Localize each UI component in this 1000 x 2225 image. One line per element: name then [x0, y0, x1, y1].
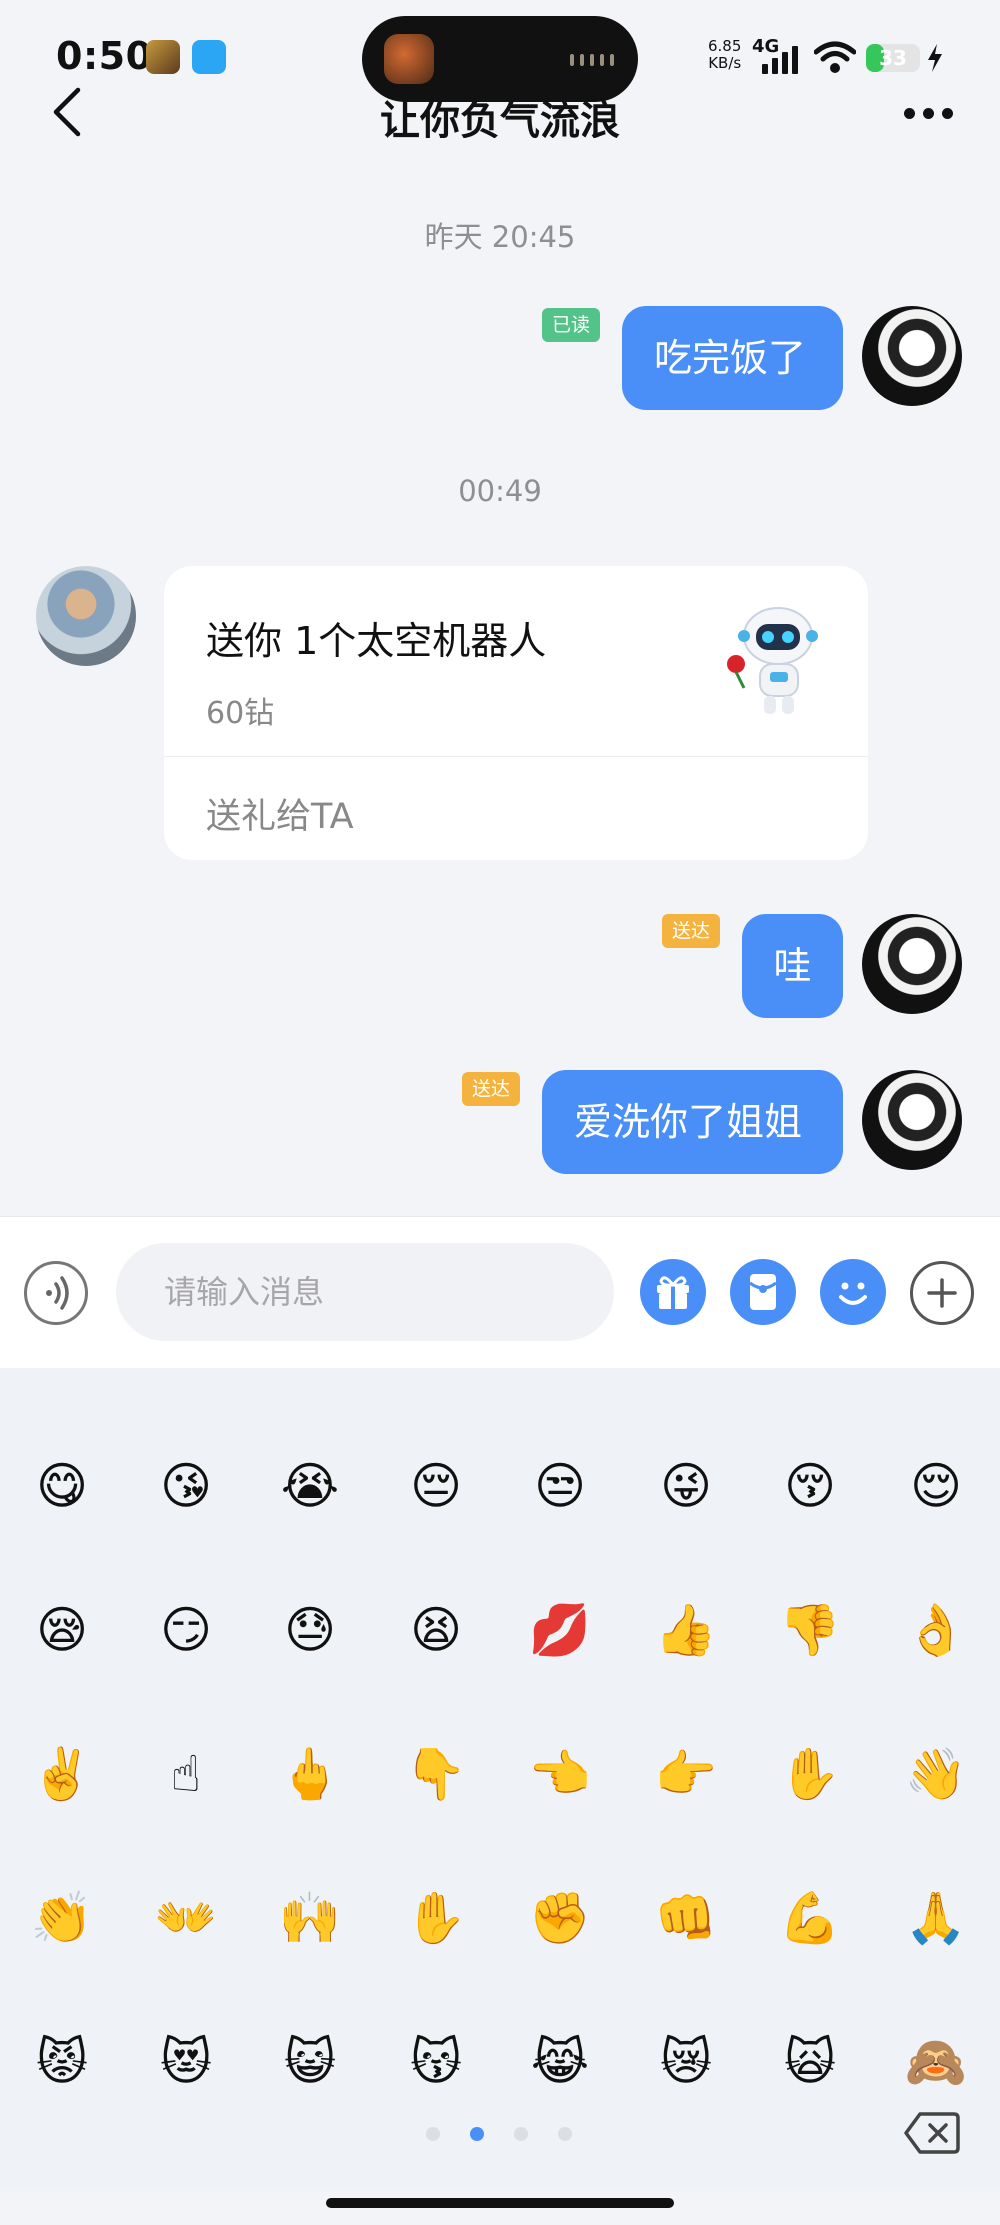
emoji-item[interactable]: ☝ [136, 1724, 236, 1824]
emoji-item[interactable]: 👎 [760, 1580, 860, 1680]
network-speed: 6.85 KB/s [708, 38, 741, 72]
status-time: 0:50 [56, 34, 153, 78]
page-dot[interactable] [426, 2127, 440, 2141]
emoji-item[interactable]: 👇 [386, 1724, 486, 1824]
red-envelope-icon [749, 1274, 777, 1310]
emoji-item[interactable]: 😘 [136, 1436, 236, 1536]
emoji-item[interactable]: 👍 [636, 1580, 736, 1680]
more-options-icon[interactable] [904, 108, 953, 119]
emoji-item[interactable]: 👋 [886, 1724, 986, 1824]
gift-button[interactable] [640, 1259, 706, 1325]
voice-input-button[interactable] [24, 1261, 88, 1325]
message-input-bar [0, 1216, 1000, 1369]
emoji-item[interactable]: 😔 [386, 1436, 486, 1536]
emoji-item[interactable]: 💪 [760, 1868, 860, 1968]
more-actions-button[interactable] [910, 1261, 974, 1325]
emoji-item[interactable]: 😭 [260, 1436, 360, 1536]
emoji-item[interactable]: 😾 [12, 2012, 112, 2112]
messenger-app-icon [192, 40, 226, 74]
emoji-item[interactable]: 👐 [136, 1868, 236, 1968]
delivered-status-badge: 送达 [462, 1072, 521, 1106]
emoji-item[interactable]: 👌 [886, 1580, 986, 1680]
message-input[interactable] [116, 1243, 614, 1341]
emoji-page-indicator [426, 2127, 572, 2141]
message-timestamp: 昨天 20:45 [424, 220, 576, 254]
my-avatar[interactable] [862, 306, 962, 406]
gift-card-divider [164, 756, 868, 757]
emoji-item[interactable]: 👊 [636, 1868, 736, 1968]
emoji-item[interactable]: 🙌 [260, 1868, 360, 1968]
emoji-item[interactable]: 💋 [510, 1580, 610, 1680]
my-avatar[interactable] [862, 914, 962, 1014]
emoji-item[interactable]: 🙏 [886, 1868, 986, 1968]
battery-percent: 33 [879, 46, 907, 70]
page-dot[interactable] [470, 2127, 484, 2141]
emoji-item[interactable]: 😒 [510, 1436, 610, 1536]
emoji-item[interactable]: ✋ [760, 1724, 860, 1824]
emoji-item[interactable]: 😽 [386, 2012, 486, 2112]
emoji-item[interactable]: 😚 [760, 1436, 860, 1536]
sent-message-bubble[interactable]: 哇 [742, 914, 843, 1018]
backspace-icon[interactable] [904, 2110, 960, 2156]
voice-wave-icon [46, 1276, 69, 1310]
gift-description: 送你 1个太空机器人 [206, 619, 547, 663]
emoji-item[interactable]: 😪 [12, 1580, 112, 1680]
emoji-item[interactable]: 😹 [510, 2012, 610, 2112]
home-indicator[interactable] [326, 2198, 674, 2208]
charging-icon [928, 44, 942, 72]
network-speed-value: 6.85 [708, 37, 742, 55]
my-avatar[interactable] [862, 1070, 962, 1170]
signal-icon [762, 46, 798, 74]
network-speed-unit: KB/s [708, 54, 742, 72]
emoji-item[interactable]: 😌 [886, 1436, 986, 1536]
emoji-item[interactable]: 🙀 [760, 2012, 860, 2112]
emoji-item[interactable]: 😺 [260, 2012, 360, 2112]
emoji-button[interactable] [820, 1259, 886, 1325]
emoji-item[interactable]: 😫 [386, 1580, 486, 1680]
emoji-item[interactable]: 😏 [136, 1580, 236, 1680]
space-robot-gift-icon [727, 607, 818, 714]
emoji-item[interactable]: 😜 [636, 1436, 736, 1536]
emoji-panel: 😋 😘 😭 😔 😒 😜 😚 😌 😪 😏 😓 😫 💋 👍 👎 👌 ✌️ ☝ 🖕 👇 👈 👉 ✋ 👋 👏 👐 🙌 ✋ ✊ 👊 💪 🙏 😾 😻 😺 😽 😹 😿 🙀… [0, 1368, 1000, 2188]
emoji-item[interactable]: ✌️ [12, 1724, 112, 1824]
page-dot[interactable] [558, 2127, 572, 2141]
delivered-status-badge: 送达 [662, 914, 721, 948]
emoji-item[interactable]: 😓 [260, 1580, 360, 1680]
message-timestamp: 00:49 [458, 474, 542, 508]
emoji-item[interactable]: 😿 [636, 2012, 736, 2112]
game-app-icon [146, 40, 180, 74]
chat-title: 让你负气流浪 [380, 98, 620, 138]
gift-message-card[interactable]: 送你 1个太空机器人 60钻 送礼给TA [164, 566, 868, 860]
emoji-item[interactable]: 👈 [510, 1724, 610, 1824]
smiley-face-icon [839, 1282, 867, 1305]
battery-indicator: 33 [866, 44, 920, 72]
audio-bars-icon [570, 54, 614, 66]
red-packet-button[interactable] [730, 1259, 796, 1325]
now-playing-thumbnail [384, 34, 434, 84]
emoji-item[interactable]: 👏 [12, 1868, 112, 1968]
sent-message-bubble[interactable]: 爱洗你了姐姐 [542, 1070, 843, 1174]
plus-icon [927, 1278, 957, 1308]
emoji-item[interactable]: 😋 [12, 1436, 112, 1536]
wifi-icon [814, 41, 856, 73]
emoji-item[interactable]: 😻 [136, 2012, 236, 2112]
contact-avatar[interactable] [36, 566, 136, 666]
sent-message-bubble[interactable]: 吃完饭了 [622, 306, 843, 410]
emoji-item[interactable]: ✊ [510, 1868, 610, 1968]
emoji-item[interactable]: 🖕 [260, 1724, 360, 1824]
emoji-item[interactable]: ✋ [386, 1868, 486, 1968]
page-dot[interactable] [514, 2127, 528, 2141]
gift-box-icon [657, 1276, 689, 1309]
emoji-item[interactable]: 🙈 [886, 2012, 986, 2112]
read-status-badge: 已读 [542, 308, 601, 342]
gift-price: 60钻 [206, 696, 275, 731]
emoji-item[interactable]: 👉 [636, 1724, 736, 1824]
send-gift-back-link[interactable]: 送礼给TA [206, 788, 354, 839]
